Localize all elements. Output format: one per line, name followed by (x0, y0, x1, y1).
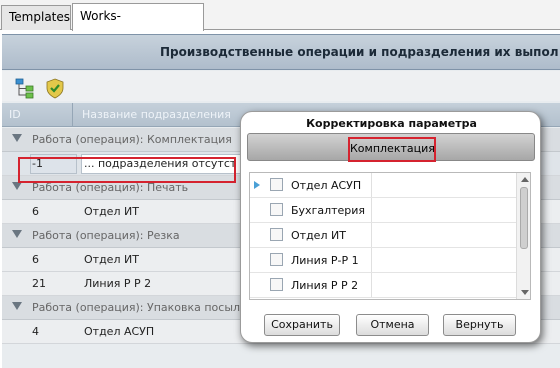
cell-id: 4 (32, 325, 39, 338)
scroll-thumb[interactable] (520, 187, 528, 249)
revert-button[interactable]: Вернуть (443, 314, 516, 336)
cell-id: 21 (32, 277, 46, 290)
list-item[interactable]: Отдел ИТ (250, 223, 516, 248)
edit-parameter-dialog: Корректировка параметра Комплектация Отд… (240, 111, 541, 343)
collapse-arrow-icon[interactable] (12, 134, 22, 142)
column-divider (371, 173, 372, 197)
group-label: Работа (операция): Упаковка посыл (32, 301, 241, 314)
item-checkbox[interactable] (270, 178, 283, 191)
vertical-scrollbar[interactable] (516, 173, 530, 299)
cell-name: Отдел ИТ (84, 205, 139, 218)
item-label: Линия Р-Р 1 (291, 254, 359, 267)
list-item[interactable]: Отдел АСУП (250, 173, 516, 198)
item-label: Бухгалтерия (291, 204, 366, 217)
shield-check-icon[interactable] (44, 77, 66, 99)
cell-id: 6 (32, 205, 39, 218)
toolbar (2, 71, 560, 101)
dialog-title: Корректировка параметра (306, 117, 477, 130)
column-divider (72, 103, 73, 127)
column-header-id[interactable]: ID (9, 108, 21, 121)
panel-title: Производственные операции и подразделени… (160, 45, 559, 59)
column-divider (371, 198, 372, 222)
item-checkbox[interactable] (270, 278, 283, 291)
group-label: Работа (операция): Резка (32, 229, 180, 242)
collapse-arrow-icon[interactable] (12, 230, 22, 238)
collapse-arrow-icon[interactable] (12, 182, 22, 190)
save-button[interactable]: Сохранить (264, 314, 340, 336)
item-checkbox[interactable] (270, 228, 283, 241)
scroll-down-icon[interactable] (521, 290, 529, 295)
tab-bar: Templates Works-Departments (0, 0, 560, 48)
item-label: Отдел АСУП (291, 179, 362, 192)
cell-name: Линия Р Р 2 (84, 277, 152, 290)
cell-id: 6 (32, 253, 39, 266)
tab-works-departments[interactable]: Works-Departments (72, 3, 204, 48)
list-item[interactable]: Бухгалтерия (250, 198, 516, 223)
parameter-value: Комплектация (348, 137, 436, 162)
collapse-arrow-icon[interactable] (12, 302, 22, 310)
column-divider (371, 273, 372, 297)
scroll-up-icon[interactable] (521, 177, 529, 182)
current-row-arrow-icon (254, 181, 260, 189)
department-list: Отдел АСУП Бухгалтерия Отдел ИТ Линия Р-… (249, 172, 531, 300)
cell-name: Отдел АСУП (84, 325, 155, 338)
cancel-button[interactable]: Отмена (356, 314, 429, 336)
list-item[interactable]: Линия Р-Р 1 (250, 248, 516, 273)
column-divider (371, 248, 372, 272)
list-item[interactable]: Линия Р Р 2 (250, 273, 516, 298)
column-header-name[interactable]: Название подразделения (82, 108, 231, 121)
tree-hierarchy-icon[interactable] (14, 77, 36, 99)
tab-templates[interactable]: Templates (1, 5, 71, 30)
panel-title-bar: Производственные операции и подразделени… (2, 34, 560, 70)
cell-name: Отдел ИТ (84, 253, 139, 266)
item-label: Линия Р Р 2 (291, 279, 359, 292)
column-divider (371, 223, 372, 247)
item-checkbox[interactable] (270, 253, 283, 266)
item-checkbox[interactable] (270, 203, 283, 216)
item-label: Отдел ИТ (291, 229, 346, 242)
highlight-box-selected-row (18, 157, 236, 183)
group-label: Работа (операция): Комплектация (32, 133, 232, 146)
